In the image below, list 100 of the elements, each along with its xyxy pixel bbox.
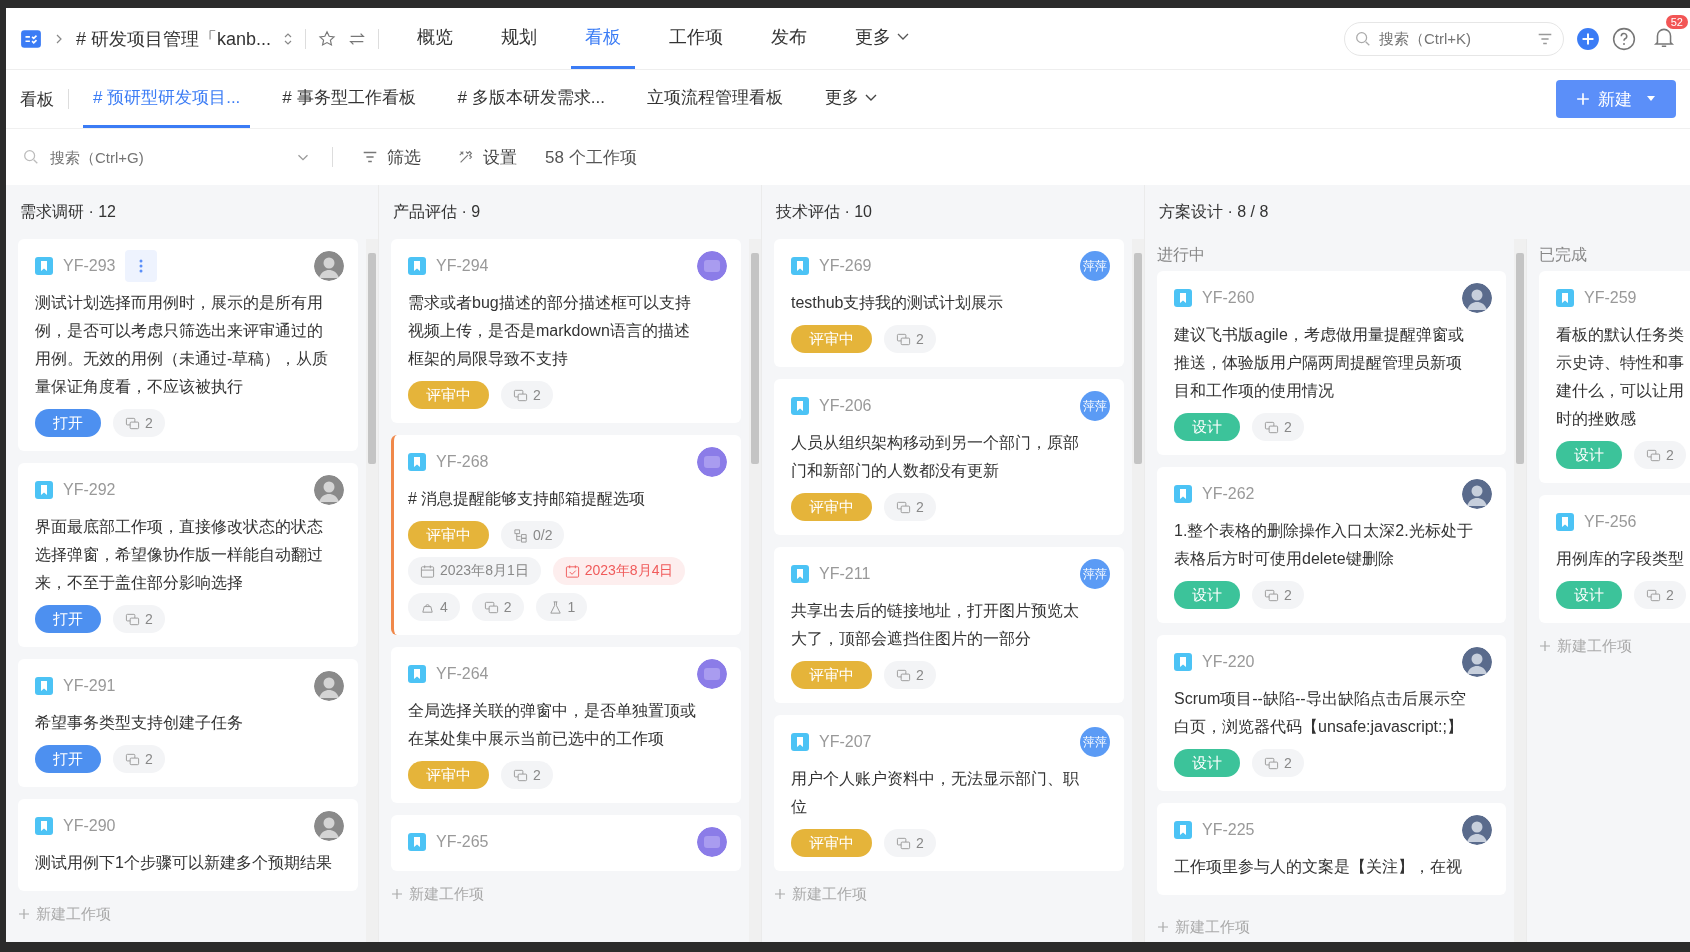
status-tag[interactable]: 设计 [1556,581,1622,609]
status-tag[interactable]: 打开 [35,745,101,773]
task-id[interactable]: YF-268 [436,453,489,471]
avatar: 萍萍 [1080,727,1110,757]
task-id[interactable]: YF-269 [819,257,872,275]
task-card[interactable]: YF-260 建议飞书版agile，考虑做用量提醒弹窗或 推送，体验版用户隔两周提醒管理员新项 目和工作项的使用情况 设计 2 [1157,271,1506,455]
status-tag[interactable]: 设计 [1174,581,1240,609]
task-id[interactable]: YF-225 [1202,821,1255,839]
task-id[interactable]: YF-206 [819,397,872,415]
status-tag[interactable]: 设计 [1556,441,1622,469]
task-id[interactable]: YF-293 [63,257,116,275]
task-card[interactable]: YF-294 需求或者bug描述的部分描述框可以支持 视频上传，是否是markdown语言的描述 框架的局限导致不支持 评审中 2 [391,239,741,423]
more-icon [139,258,144,274]
switch-icon[interactable] [283,31,294,46]
more-tab[interactable]: 更多 [814,70,887,128]
settings-button[interactable]: 设置 [449,145,525,169]
task-card[interactable]: YF-268 # 消息提醒能够支持邮箱提醒选项 评审中 0/2 2023年8月1日 2023年8月4日 4 2 1 [391,435,741,635]
status-tag[interactable]: 评审中 [791,829,872,857]
status-tag[interactable]: 评审中 [408,521,489,549]
add-icon[interactable] [1576,26,1600,51]
comment-icon [1264,587,1279,603]
task-id[interactable]: YF-260 [1202,289,1255,307]
task-id[interactable]: YF-291 [63,677,116,695]
task-id[interactable]: YF-292 [63,481,116,499]
task-id[interactable]: YF-211 [819,565,871,583]
status-tag[interactable]: 设计 [1174,749,1240,777]
comment-count: 2 [113,745,165,773]
nav-tab[interactable]: 发布 [757,8,822,69]
task-card[interactable]: YF-207 萍萍 用户个人账户资料中，无法显示部门、职 位 评审中 2 [774,715,1124,871]
subtask-count: 0/2 [501,521,565,549]
task-id[interactable]: YF-294 [436,257,489,275]
project-icon[interactable] [20,27,42,50]
scrollbar[interactable] [1132,239,1144,942]
comment-icon [896,835,911,851]
bookmark-icon [791,397,809,415]
notification-badge: 52 [1665,14,1688,29]
status-tag[interactable]: 评审中 [408,381,489,409]
project-name[interactable]: # 研发项目管理「kanb... [76,26,272,51]
add-item-link[interactable]: 新建工作项 [18,899,358,929]
task-card[interactable]: YF-256 用例库的字段类型 设计 2 [1539,495,1690,623]
status-tag[interactable]: 评审中 [791,493,872,521]
task-id[interactable]: YF-207 [819,733,872,751]
column-title: 方案设计 · 8 / 8 [1159,201,1269,222]
scrollbar[interactable] [366,239,378,942]
nav-tab[interactable]: 规划 [487,8,552,69]
task-card[interactable]: YF-293 测试计划选择而用例时，展示的是所有用 例，是否可以考虑只筛选出来评审通过的 用例。无效的用例（未通过-草稿），从质 量保证角度看，不应该被执行 打开 2 [18,239,358,451]
task-card[interactable]: YF-262 1.整个表格的删除操作入口太深2.光标处于 表格后方时可使用delete键删除 设计 2 [1157,467,1506,623]
board-tab[interactable]: # 事务型工作看板 [272,70,426,128]
status-tag[interactable]: 评审中 [791,325,872,353]
add-item-link[interactable]: 新建工作项 [774,879,1124,909]
status-tag[interactable]: 打开 [35,605,101,633]
nav-tab[interactable]: 工作项 [655,8,738,69]
nav-tab[interactable]: 概览 [403,8,468,69]
task-card[interactable]: YF-265 [391,815,741,871]
add-item-link[interactable]: 新建工作项 [391,879,741,909]
search-field[interactable]: 搜索（Ctrl+K) [1344,21,1564,56]
task-card[interactable]: YF-206 萍萍 人员从组织架构移动到另一个部门，原部 门和新部门的人数都没有更新 评审中 2 [774,379,1124,535]
task-card[interactable]: YF-211 萍萍 共享出去后的链接地址，打开图片预览太 大了，顶部会遮挡住图片的一部分 评审中 2 [774,547,1124,703]
new-button[interactable]: 新建 [1556,80,1676,118]
status-tag[interactable]: 评审中 [791,661,872,689]
board-tab[interactable]: # 多版本研发需求... [447,70,615,128]
filter-button[interactable]: 筛选 [353,145,429,169]
scrollbar[interactable] [749,239,761,942]
task-card[interactable]: YF-220 Scrum项目--缺陷--导出缺陷点击后展示空 白页，浏览器代码【unsafe:javascript:;】 设计 2 [1157,635,1506,791]
status-tag[interactable]: 评审中 [408,761,489,789]
avatar: 萍萍 [1080,391,1110,421]
task-id[interactable]: YF-256 [1584,513,1637,531]
task-card[interactable]: YF-290 测试用例下1个步骤可以新建多个预期结果 [18,799,358,891]
nav-tab[interactable]: 更多 [841,8,924,69]
board-tab[interactable]: # 预研型研发项目... [83,70,251,128]
task-title: 共享出去后的链接地址，打开图片预览太 大了，顶部会遮挡住图片的一部分 [791,601,1080,649]
task-id[interactable]: YF-264 [436,665,489,683]
add-item-link[interactable]: 新建工作项 [1539,631,1690,661]
task-id[interactable]: YF-262 [1202,485,1255,503]
board-tab[interactable]: 立项流程管理看板 [636,70,793,128]
task-card[interactable]: YF-292 界面最底部工作项，直接修改状态的状态 选择弹窗，希望像协作版一样能自动翻过 来，不至于盖住部分影响选择 打开 2 [18,463,358,647]
add-item-link[interactable]: 新建工作项 [1157,912,1506,942]
comment-count: 2 [471,593,524,621]
status-tag[interactable]: 打开 [35,409,101,437]
bookmark-icon [35,817,53,835]
status-tag[interactable]: 设计 [1174,413,1240,441]
task-id[interactable]: YF-220 [1202,653,1255,671]
help-icon[interactable] [1612,26,1636,51]
task-card[interactable]: YF-291 希望事务类型支持创建子任务 打开 2 [18,659,358,787]
plus-icon [1539,640,1551,652]
comment-count: 2 [113,409,165,437]
task-title: 看板的默认任务类 示史诗、特性和事 建什么，可以让用 时的挫败感 [1556,325,1685,429]
task-card[interactable]: YF-269 萍萍 testhub支持我的测试计划展示 评审中 2 [774,239,1124,367]
task-card[interactable]: YF-259 看板的默认任务类 示史诗、特性和事 建什么，可以让用 时的挫败感 设计 2 [1539,271,1690,483]
task-card[interactable]: YF-225 工作项里参与人的文案是【关注】，在视 [1157,803,1506,895]
task-id[interactable]: YF-290 [63,817,116,835]
avatar [697,447,727,477]
nav-tab[interactable]: 看板 [571,8,636,69]
task-title: 测试计划选择而用例时，展示的是所有用 例，是否可以考虑只筛选出来评审通过的 用例。无效的用例（未通过-草稿），从质 量保证角度看，不应该被执行 [35,293,330,397]
task-id[interactable]: YF-265 [436,833,489,851]
search-field[interactable]: 搜索（Ctrl+G) [48,147,286,167]
task-id[interactable]: YF-259 [1584,289,1637,307]
scrollbar[interactable] [1514,239,1526,942]
star-icon[interactable] [318,29,337,48]
task-card[interactable]: YF-264 全局选择关联的弹窗中，是否单独置顶或 在某处集中展示当前已选中的工作项 评审中 2 [391,647,741,803]
